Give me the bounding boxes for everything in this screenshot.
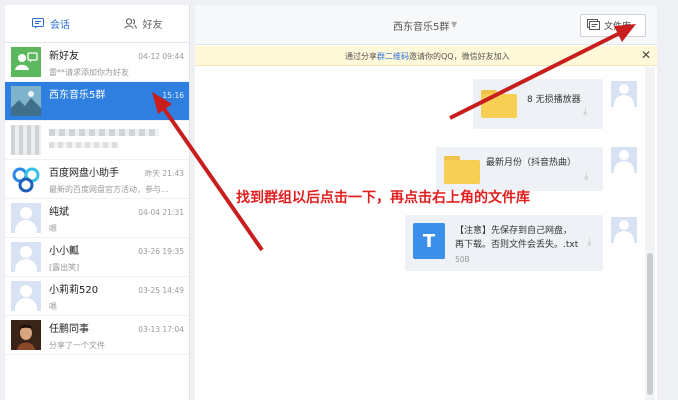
arrow-to-group xyxy=(160,104,264,252)
arrow-to-file-library xyxy=(449,30,623,120)
annotation-text: 找到群组以后点击一下，再点击右上角的文件库 xyxy=(236,190,530,206)
arrow-head-group xyxy=(152,92,172,114)
